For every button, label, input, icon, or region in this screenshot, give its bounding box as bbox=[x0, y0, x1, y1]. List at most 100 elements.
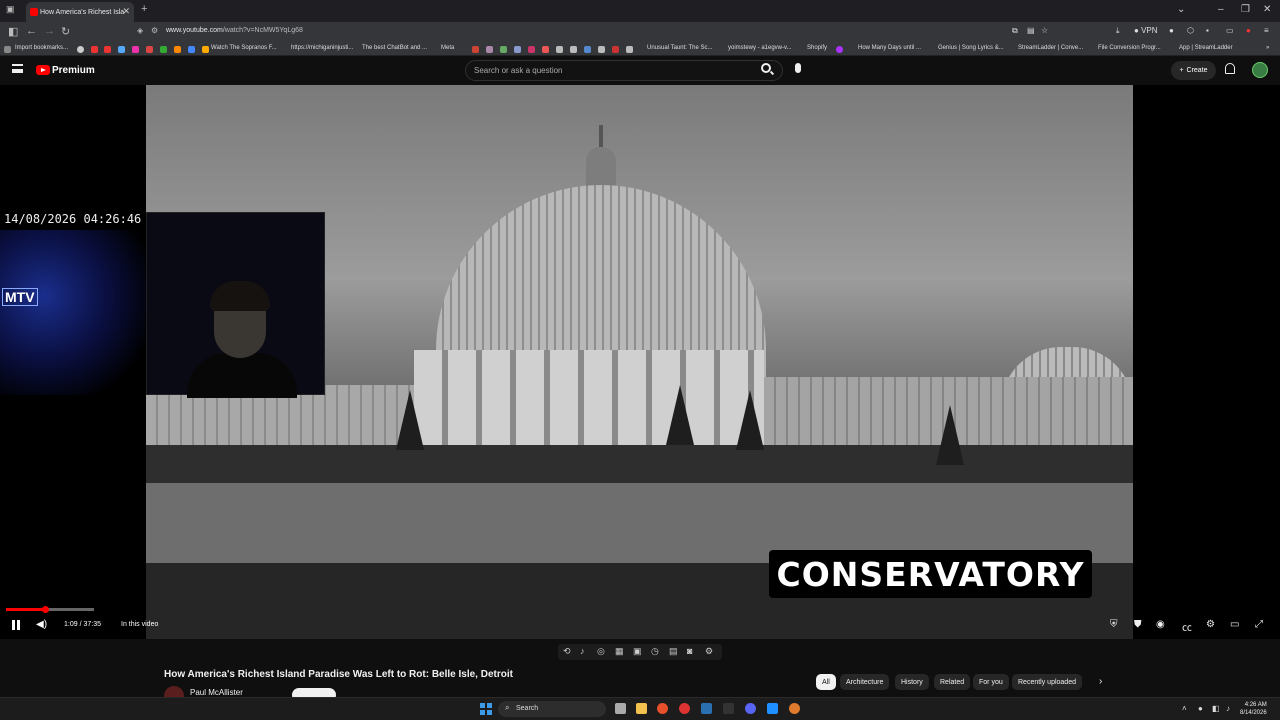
bookmark-favicon[interactable] bbox=[91, 46, 98, 53]
forward-icon[interactable]: → bbox=[44, 25, 55, 37]
audio-icon[interactable]: ♪ bbox=[580, 646, 585, 656]
sidebar-icon[interactable]: ▭ bbox=[1226, 26, 1234, 35]
bookmark-favicon[interactable] bbox=[598, 46, 605, 53]
bookmark-import[interactable]: Import bookmarks... bbox=[15, 45, 68, 51]
extension-shield-icon[interactable]: ⛨ bbox=[1110, 619, 1118, 630]
chip-for-you[interactable]: For you bbox=[973, 674, 1009, 690]
camera-icon[interactable]: ◙ bbox=[687, 646, 692, 656]
bookmark-favicon[interactable] bbox=[570, 46, 577, 53]
bookmark-favicon[interactable] bbox=[132, 46, 139, 53]
bookmark-favicon[interactable] bbox=[542, 46, 549, 53]
opera-taskbar-icon[interactable] bbox=[679, 703, 690, 714]
bookmark-sopranos[interactable]: Watch The Sopranos F... bbox=[211, 45, 277, 51]
bookmark-favicon[interactable] bbox=[528, 46, 535, 53]
youtube-logo-icon[interactable] bbox=[36, 65, 50, 75]
bookmark-favicon[interactable] bbox=[584, 46, 591, 53]
reload-icon[interactable]: ↻ bbox=[61, 25, 70, 38]
tray-app-icon[interactable]: ● bbox=[1198, 704, 1203, 713]
pause-icon[interactable] bbox=[12, 620, 20, 630]
ad-block-icon[interactable]: ⛊ bbox=[1134, 619, 1142, 630]
bookmark-app-streamladder[interactable]: App | StreamLadder bbox=[1179, 45, 1233, 51]
shield-icon[interactable]: ◈ bbox=[137, 26, 143, 35]
bookmark-favicon[interactable] bbox=[104, 46, 111, 53]
taskbar-clock[interactable]: 4:26 AM 8/14/2026 bbox=[1240, 701, 1267, 717]
search-input[interactable]: Search or ask a question bbox=[465, 60, 783, 81]
autoplay-toggle-icon[interactable]: ◉ bbox=[1156, 619, 1165, 630]
reader-icon[interactable]: ▤ bbox=[1027, 26, 1035, 35]
taskbar-search[interactable]: Search bbox=[498, 701, 606, 717]
progress-scrubber[interactable] bbox=[41, 606, 49, 613]
bookmark-favicon[interactable] bbox=[160, 46, 167, 53]
bookmark-favicon[interactable] bbox=[77, 46, 84, 53]
tab-search-icon[interactable]: ⌄ bbox=[1177, 4, 1185, 15]
new-tab-icon[interactable]: + bbox=[141, 3, 147, 15]
account-avatar[interactable] bbox=[1252, 62, 1268, 78]
bookmark-meta[interactable]: Meta bbox=[441, 45, 454, 51]
create-button[interactable]: + Create bbox=[1171, 61, 1216, 80]
bookmark-favicon[interactable] bbox=[118, 46, 125, 53]
bookmark-favicon[interactable] bbox=[174, 46, 181, 53]
gmail-icon[interactable] bbox=[146, 46, 153, 53]
settings-gear-icon[interactable]: ⚙ bbox=[1206, 619, 1215, 630]
chip-related[interactable]: Related bbox=[934, 674, 971, 690]
minimize-icon[interactable]: – bbox=[1218, 4, 1224, 15]
clip-icon[interactable]: ▦ bbox=[615, 646, 624, 657]
epic-games-icon[interactable] bbox=[723, 703, 734, 714]
bookmark-favicon[interactable] bbox=[472, 46, 479, 53]
picture-in-picture-icon[interactable]: ▣ bbox=[633, 646, 642, 657]
toolbar-settings-icon[interactable]: ⚙ bbox=[705, 646, 713, 657]
app-icon[interactable] bbox=[789, 703, 800, 714]
bookmark-favicon[interactable] bbox=[500, 46, 507, 53]
sidebar-toggle-icon[interactable]: ◧ bbox=[8, 25, 18, 38]
extensions-icon[interactable]: ⬡ bbox=[1187, 26, 1194, 35]
bookmark-favicon[interactable] bbox=[556, 46, 563, 53]
bookmarks-overflow-icon[interactable]: » bbox=[1266, 45, 1269, 51]
task-view-icon[interactable] bbox=[615, 703, 626, 714]
chip-recently-uploaded[interactable]: Recently uploaded bbox=[1012, 674, 1082, 690]
tray-overflow-icon[interactable]: ˄ bbox=[1182, 704, 1187, 713]
browser-tab-active[interactable]: How America's Richest Isla ✕ bbox=[26, 2, 134, 22]
bookmark-favicon[interactable] bbox=[514, 46, 521, 53]
bookmark-genius[interactable]: Genius | Song Lyrics &... bbox=[938, 45, 1004, 51]
file-explorer-icon[interactable] bbox=[636, 703, 647, 714]
close-tab-icon[interactable]: ✕ bbox=[122, 6, 130, 17]
opera-icon[interactable]: ● bbox=[1246, 26, 1251, 35]
download-icon[interactable]: ⤓ bbox=[1116, 26, 1120, 36]
speed-icon[interactable]: ◷ bbox=[651, 646, 659, 657]
bookmark-shopify[interactable]: Shopify bbox=[807, 45, 827, 51]
close-window-icon[interactable]: ✕ bbox=[1263, 4, 1271, 15]
bookmark-taunt[interactable]: Unusual Taunt: The Sc... bbox=[647, 45, 712, 51]
wallet-icon[interactable]: ▪ bbox=[1206, 26, 1209, 35]
screenshot-icon[interactable]: ⧉ bbox=[1012, 26, 1018, 36]
bookmark-favicon[interactable] bbox=[626, 46, 633, 53]
microphone-icon[interactable] bbox=[795, 63, 801, 73]
bookmark-favicon[interactable] bbox=[486, 46, 493, 53]
steam-icon[interactable] bbox=[701, 703, 712, 714]
app-icon[interactable] bbox=[767, 703, 778, 714]
bookmark-favicon[interactable] bbox=[836, 46, 843, 53]
notifications-bell-icon[interactable] bbox=[1225, 63, 1235, 74]
search-icon[interactable] bbox=[761, 63, 771, 73]
maximize-icon[interactable]: ❐ bbox=[1241, 4, 1250, 15]
loop-icon[interactable]: ⟲ bbox=[563, 646, 571, 657]
bookmark-file-conversion[interactable]: File Conversion Progr... bbox=[1098, 45, 1161, 51]
bookmark-michigan[interactable]: https://michiganinjusti... bbox=[291, 45, 353, 51]
speaker-icon[interactable]: ♪ bbox=[1226, 704, 1230, 713]
youtube-premium-logo[interactable]: Premium bbox=[52, 65, 95, 76]
captions-icon[interactable]: ㏄ bbox=[1182, 619, 1192, 634]
chip-all[interactable]: All bbox=[816, 674, 836, 690]
discord-icon[interactable] bbox=[745, 703, 756, 714]
channel-name[interactable]: Paul McAllister bbox=[190, 688, 243, 697]
bookmark-favicon[interactable] bbox=[612, 46, 619, 53]
chevron-right-icon[interactable]: › bbox=[1099, 676, 1102, 687]
bookmark-star-icon[interactable]: ☆ bbox=[1041, 26, 1048, 35]
volume-icon[interactable]: ◀) bbox=[36, 620, 47, 630]
back-icon[interactable]: ← bbox=[26, 25, 37, 37]
chip-history[interactable]: History bbox=[895, 674, 929, 690]
network-icon[interactable]: . bbox=[1214, 704, 1216, 713]
bookmark-days-until[interactable]: How Many Days until ... bbox=[858, 45, 921, 51]
site-settings-icon[interactable]: ⚙ bbox=[151, 26, 158, 35]
bookmark-chatbot[interactable]: The best ChatBot and ... bbox=[362, 45, 427, 51]
bookmark-streamladder[interactable]: StreamLadder | Conve... bbox=[1018, 45, 1083, 51]
tab-overview-icon[interactable]: ▣ bbox=[6, 4, 15, 15]
